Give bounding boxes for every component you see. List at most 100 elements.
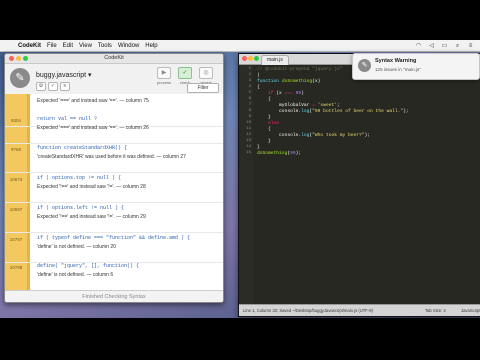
- file-name-dropdown[interactable]: buggy.javascript ▾: [36, 71, 92, 79]
- menu-help[interactable]: Help: [145, 43, 157, 49]
- code-line: function doSomething(x): [257, 79, 321, 84]
- line-number: 13: [246, 139, 251, 143]
- code-line: }: [257, 145, 260, 150]
- editor-window: main.js 1 2 3 4 5 6 7 8 9 10 11 12 13 14…: [238, 53, 480, 317]
- code-editor[interactable]: 1 2 3 4 5 6 7 8 9 10 11 12 13 14 15 // @…: [239, 65, 480, 304]
- code-line: if (x === 99): [268, 91, 304, 96]
- codekit-titlebar[interactable]: CodeKit: [5, 54, 223, 64]
- process-label: process: [156, 80, 171, 85]
- check-icon: ✓: [178, 67, 192, 79]
- process-action[interactable]: ▶ process: [155, 67, 173, 85]
- syntax-selector[interactable]: JavaScript: [461, 305, 480, 316]
- list-icon[interactable]: ≡: [467, 43, 474, 49]
- error-message: 'createStandardXHR' was used before it w…: [37, 154, 186, 160]
- line-number: 5: [248, 91, 251, 95]
- zoom-window-icon[interactable]: [254, 56, 259, 61]
- error-line-number: 10673: [9, 177, 23, 182]
- menu-bar: CodeKit File Edit View Tools Window Help…: [0, 40, 480, 52]
- settings-icon[interactable]: ⚙: [36, 82, 46, 91]
- menu-edit[interactable]: Edit: [63, 43, 73, 49]
- line-number: 10: [246, 121, 251, 125]
- line-number: 14: [246, 145, 251, 149]
- code-line: console.log("99 bottles of beer on the w…: [257, 109, 409, 114]
- pencil-icon: ✎: [10, 68, 30, 88]
- error-line-number: 10797: [9, 237, 23, 242]
- error-line-number: 10798: [9, 265, 23, 270]
- line-number: 1: [248, 67, 251, 71]
- tab-size-selector[interactable]: Tab Size: 4: [425, 305, 446, 316]
- code-line: |: [257, 73, 260, 78]
- tab-main-js[interactable]: main.js: [261, 55, 289, 65]
- menu-codekit[interactable]: CodeKit: [18, 43, 41, 49]
- error-code: if ( options.left != null ) {: [37, 205, 125, 211]
- line-number: 12: [246, 133, 251, 137]
- menu-window[interactable]: Window: [118, 43, 139, 49]
- codekit-file-header: ✎ buggy.javascript ▾ ⚙ ✓ ≡ ▶ process ✓ c…: [5, 64, 223, 95]
- volume-icon[interactable]: ◁: [428, 43, 435, 49]
- code-line: {: [257, 97, 271, 102]
- close-window-icon[interactable]: [242, 56, 247, 61]
- error-message: 'define' is not defined. — column 20: [37, 244, 116, 250]
- wifi-icon[interactable]: ◠: [415, 43, 422, 49]
- minimize-window-icon[interactable]: [248, 56, 253, 61]
- letterbox-bottom: [0, 318, 480, 360]
- editor-status-bar: Line 1, Column 33; Saved ~/Desktop/buggy…: [239, 304, 480, 316]
- eye-icon: ◎: [199, 67, 213, 79]
- code-line: console.log("Who took my beer?");: [257, 133, 371, 138]
- line-number: 3: [248, 79, 251, 83]
- line-number: 2: [248, 73, 251, 77]
- menu-tools[interactable]: Tools: [98, 43, 112, 49]
- error-item[interactable]: 10673 if ( options.top != null ) { Expec…: [5, 170, 223, 203]
- error-code: return val == null ?: [37, 116, 98, 122]
- line-number: 11: [246, 127, 251, 131]
- notification-title: Syntax Warning: [375, 58, 417, 64]
- code-line: else: [268, 121, 280, 126]
- zoom-window-icon[interactable]: [23, 56, 28, 61]
- menu-view[interactable]: View: [79, 43, 92, 49]
- error-list: Expected '===' and instead saw '=='. — c…: [5, 94, 223, 290]
- codekit-app-icon: ✎: [358, 59, 371, 72]
- code-line: // @codekit-prepend "jquery.js": [257, 67, 343, 72]
- error-code: if ( options.top != null ) {: [37, 175, 122, 181]
- line-number: 7: [248, 103, 251, 107]
- error-line-number: 9304: [10, 118, 21, 123]
- close-window-icon[interactable]: [9, 56, 14, 61]
- code-line: {: [257, 127, 271, 132]
- error-message: 'define' is not defined. — column 6: [37, 272, 114, 278]
- error-line-number: 10697: [9, 207, 23, 212]
- line-number: 4: [248, 85, 251, 89]
- line-number: 6: [248, 97, 251, 101]
- codekit-window-title: CodeKit: [104, 55, 124, 61]
- line-number: 9: [248, 115, 251, 119]
- cursor-position: Line 1, Column 33; Saved ~/Desktop/buggy…: [243, 308, 373, 313]
- filter-button[interactable]: Filter: [187, 83, 219, 93]
- code-line: doSomething(99);: [257, 151, 302, 156]
- play-icon: ▶: [157, 67, 171, 79]
- battery-icon[interactable]: ▭: [441, 43, 448, 49]
- file-options-row: ⚙ ✓ ≡: [36, 82, 70, 91]
- minimize-window-icon[interactable]: [16, 56, 21, 61]
- menu-extras: ◠ ◁ ▭ ⌕ ≡: [415, 43, 474, 49]
- error-code: if ( typeof define === "function" && def…: [37, 235, 191, 241]
- list-icon[interactable]: ≡: [60, 82, 70, 91]
- menu-file[interactable]: File: [47, 43, 57, 49]
- code-line: }: [257, 139, 271, 144]
- line-gutter: 1 2 3 4 5 6 7 8 9 10 11 12 13 14 15: [239, 65, 253, 304]
- syntax-warning-notification[interactable]: ✎ Syntax Warning 125 issues in "main.js": [352, 53, 480, 80]
- error-line-number: 9768: [10, 147, 21, 152]
- error-item[interactable]: 10798 define( "jquery", [], function() {…: [5, 258, 223, 290]
- check-icon[interactable]: ✓: [48, 82, 58, 91]
- error-message: Expected '===' and instead saw '=='. — c…: [37, 98, 149, 104]
- notification-message: 125 issues in "main.js": [375, 67, 421, 72]
- code-line: myGlobalVar = 'sweet';: [257, 103, 340, 108]
- error-item[interactable]: 9768 function createStandardXHR() { 'cre…: [5, 140, 223, 173]
- code-line: {: [257, 85, 260, 90]
- error-message: Expected '===' and instead saw '=='. — c…: [37, 125, 149, 131]
- search-icon[interactable]: ⌕: [454, 43, 461, 49]
- letterbox-top: [0, 0, 480, 40]
- error-message: Expected '!==' and instead saw '!='. — c…: [37, 214, 146, 220]
- error-message: Expected '!==' and instead saw '!='. — c…: [37, 184, 146, 190]
- codekit-status-bar: Finished Checking Syntax: [5, 290, 223, 302]
- error-item[interactable]: 10697 if ( options.left != null ) { Expe…: [5, 200, 223, 233]
- line-number: 15: [246, 151, 251, 155]
